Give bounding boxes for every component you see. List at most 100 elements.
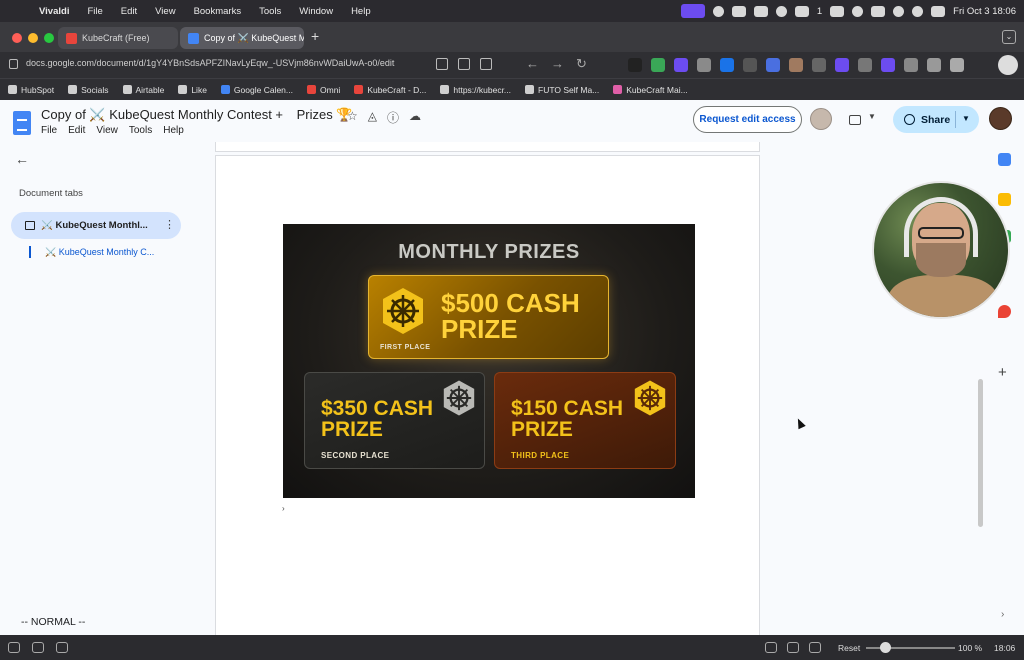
notes-icon[interactable]: [753, 5, 768, 17]
bookmark-icon[interactable]: [458, 58, 470, 70]
extension-icon[interactable]: [766, 58, 780, 72]
capture-icon[interactable]: [765, 642, 777, 653]
reader-view-icon[interactable]: [480, 58, 492, 70]
tab-menu-button[interactable]: ⌄: [1002, 30, 1016, 44]
maps-icon[interactable]: [998, 305, 1011, 318]
zoom-reset-button[interactable]: Reset: [838, 643, 860, 653]
browser-profile-avatar[interactable]: [998, 55, 1018, 75]
calendar-icon[interactable]: [998, 153, 1011, 166]
more-options-icon[interactable]: ⋮: [164, 218, 175, 231]
menu-edit[interactable]: Edit: [112, 6, 146, 17]
chevron-right-icon[interactable]: ›: [1001, 609, 1004, 620]
extension-icon[interactable]: [628, 58, 642, 72]
account-avatar[interactable]: [989, 107, 1012, 130]
docs-menu-view[interactable]: View: [96, 125, 118, 136]
share-divider: [955, 111, 956, 128]
extension-icon[interactable]: [858, 58, 872, 72]
keep-icon[interactable]: [998, 193, 1011, 206]
extension-icon[interactable]: [835, 58, 849, 72]
bookmark-airtable[interactable]: Airtable: [122, 85, 164, 95]
add-on-plus-icon[interactable]: +: [998, 364, 1007, 381]
move-to-drive-icon[interactable]: ◬: [368, 109, 377, 126]
docs-menu-help[interactable]: Help: [163, 125, 184, 136]
extension-icon[interactable]: [720, 58, 734, 72]
extension-icon[interactable]: [881, 58, 895, 72]
camera-icon[interactable]: [731, 5, 746, 17]
site-info-icon[interactable]: [9, 59, 18, 69]
tab-google-doc[interactable]: Copy of ⚔️ KubeQuest Mo: [180, 27, 304, 49]
bookmark-like[interactable]: Like: [178, 85, 207, 95]
control-center-icon[interactable]: [931, 5, 946, 17]
bookmark-omni[interactable]: Omni: [307, 85, 340, 95]
info-icon[interactable]: ⓘ: [387, 109, 399, 126]
back-arrow-icon[interactable]: ←: [15, 151, 29, 167]
zoom-slider-thumb[interactable]: [880, 642, 891, 653]
bookmark-socials[interactable]: Socials: [68, 85, 109, 95]
document-title[interactable]: Copy of ⚔️ KubeQuest Monthly Contest + P…: [41, 107, 353, 123]
sync-cloud-icon[interactable]: [56, 642, 68, 653]
panel-toggle-icon[interactable]: [8, 642, 20, 653]
tile-icon[interactable]: [787, 642, 799, 653]
star-icon[interactable]: ☆: [347, 109, 358, 126]
tab-kubecraft[interactable]: KubeCraft (Free): [58, 27, 178, 49]
menubar-clock[interactable]: Fri Oct 3 18:06: [953, 6, 1016, 17]
new-tab-button[interactable]: +: [311, 28, 319, 44]
document-tab-item[interactable]: ⚔️ KubeQuest Monthl... ⋮: [11, 212, 181, 239]
folder-icon: [68, 85, 78, 94]
docs-logo-icon[interactable]: [13, 111, 31, 135]
menu-help[interactable]: Help: [342, 6, 380, 17]
extension-icon[interactable]: [743, 58, 757, 72]
headphones-icon[interactable]: [852, 5, 864, 17]
zoom-window-button[interactable]: [44, 33, 54, 43]
extension-icon[interactable]: [674, 58, 688, 72]
monthly-prizes-image[interactable]: MONTHLY PRIZES $500 CASH PRIZE FIRST PLA…: [283, 224, 695, 498]
vpn-icon[interactable]: [775, 5, 787, 17]
extension-icon[interactable]: [697, 58, 711, 72]
screen-recorder-icon[interactable]: [680, 4, 705, 18]
camera-permission-icon[interactable]: [436, 58, 448, 70]
menu-file[interactable]: File: [78, 6, 111, 17]
url-field[interactable]: docs.google.com/document/d/1gY4YBnSdsAPF…: [26, 58, 394, 68]
docs-menu-edit[interactable]: Edit: [68, 125, 85, 136]
tab-tiling-icon[interactable]: [32, 642, 44, 653]
menu-view[interactable]: View: [146, 6, 184, 17]
wifi-icon[interactable]: [893, 5, 905, 17]
minimize-window-button[interactable]: [28, 33, 38, 43]
docs-menu-file[interactable]: File: [41, 125, 57, 136]
extension-icon[interactable]: [651, 58, 665, 72]
viewer-avatar[interactable]: [810, 108, 832, 130]
share-button[interactable]: Share ▼: [893, 106, 979, 133]
document-outline-item[interactable]: ⚔️ KubeQuest Monthly C...: [29, 246, 154, 258]
bookmark-kubecraft-d[interactable]: KubeCraft - D...: [354, 85, 426, 95]
bookmark-kubecraft-url[interactable]: https://kubecr...: [440, 85, 511, 95]
menu-bookmarks[interactable]: Bookmarks: [185, 6, 251, 17]
record-icon[interactable]: [712, 5, 724, 17]
back-icon[interactable]: ←: [526, 56, 539, 72]
extension-icon[interactable]: [812, 58, 826, 72]
bookmark-google-calendar[interactable]: Google Calen...: [220, 85, 293, 95]
extension-icon[interactable]: [789, 58, 803, 72]
docs-menu-tools[interactable]: Tools: [129, 125, 152, 136]
close-window-button[interactable]: [12, 33, 22, 43]
bookmark-futo[interactable]: FUTO Self Ma...: [525, 85, 599, 95]
cloud-status-icon[interactable]: ☁: [409, 109, 421, 126]
page-actions-icon[interactable]: [809, 642, 821, 653]
display-icon[interactable]: [794, 5, 809, 17]
puzzle-icon[interactable]: [904, 58, 918, 72]
bookmark-hubspot[interactable]: HubSpot: [8, 85, 54, 95]
forward-icon[interactable]: →: [551, 56, 564, 72]
search-icon[interactable]: [912, 5, 924, 17]
vpn-badge-icon[interactable]: [927, 58, 941, 72]
calendar-icon[interactable]: [950, 58, 964, 72]
request-edit-access-button[interactable]: Request edit access: [693, 106, 802, 133]
reload-icon[interactable]: ↻: [576, 56, 587, 72]
vertical-scrollbar[interactable]: [978, 379, 983, 527]
bookmark-kubecraft-mail[interactable]: KubeCraft Mai...: [613, 85, 688, 95]
menu-window[interactable]: Window: [290, 6, 342, 17]
chevron-down-icon[interactable]: ▼: [962, 114, 970, 123]
menu-app-name[interactable]: Vivaldi: [30, 6, 78, 17]
meet-button[interactable]: ▼: [846, 110, 880, 130]
doc-icon[interactable]: [830, 5, 845, 17]
battery-icon[interactable]: [871, 5, 886, 17]
menu-tools[interactable]: Tools: [250, 6, 290, 17]
